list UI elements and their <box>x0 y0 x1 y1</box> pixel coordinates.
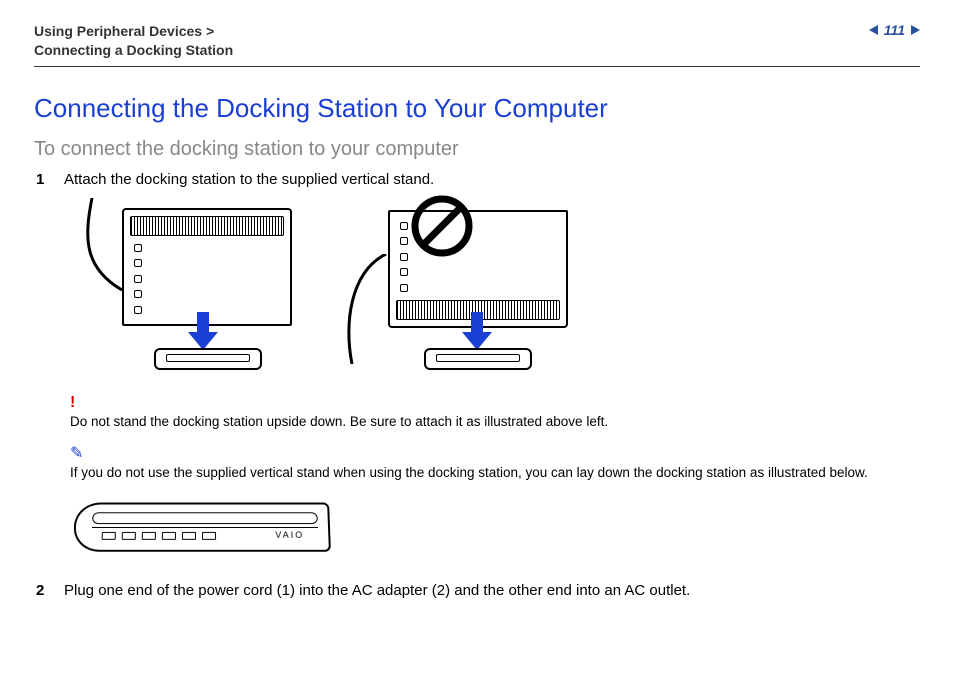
figure-flat-orientation: VAIO <box>70 494 340 566</box>
docking-station-upside-down <box>388 210 568 328</box>
page-nav: 111 <box>869 22 920 38</box>
tip-mark-icon: ✎ <box>70 443 920 463</box>
side-ports <box>400 222 408 292</box>
breadcrumb-line2: Connecting a Docking Station <box>34 42 233 58</box>
docking-station-flat: VAIO <box>73 502 331 551</box>
next-page-arrow-icon[interactable] <box>911 25 920 35</box>
warning-mark-icon: ! <box>70 394 920 412</box>
warning-text: Do not stand the docking station upside … <box>70 414 920 429</box>
vertical-stand <box>154 348 262 370</box>
insert-arrow-icon <box>188 312 218 352</box>
illustration-row <box>70 198 920 376</box>
step-2: 2 Plug one end of the power cord (1) int… <box>36 582 920 599</box>
side-ports <box>134 244 142 314</box>
brand-label: VAIO <box>275 530 304 540</box>
steps-list: 1 Attach the docking station to the supp… <box>36 171 920 188</box>
page-number: 111 <box>884 22 905 38</box>
page-title: Connecting the Docking Station to Your C… <box>34 93 920 124</box>
step-number: 2 <box>36 582 50 599</box>
manual-page: Using Peripheral Devices > Connecting a … <box>0 0 954 629</box>
section-subtitle: To connect the docking station to your c… <box>34 138 920 161</box>
prohibit-icon <box>410 194 474 258</box>
docking-station-upright <box>122 208 292 326</box>
prev-page-arrow-icon[interactable] <box>869 25 878 35</box>
figure-wrong-orientation <box>344 198 596 376</box>
step-text: Plug one end of the power cord (1) into … <box>64 582 690 599</box>
vertical-stand <box>424 348 532 370</box>
step-number: 1 <box>36 171 50 188</box>
insert-arrow-icon <box>462 312 492 352</box>
page-header: Using Peripheral Devices > Connecting a … <box>34 22 920 67</box>
breadcrumb-line1: Using Peripheral Devices > <box>34 23 214 39</box>
figure-correct-orientation <box>70 198 310 376</box>
figure-flat-row: VAIO <box>70 494 920 566</box>
step-1: 1 Attach the docking station to the supp… <box>36 171 920 188</box>
notes-block: ! Do not stand the docking station upsid… <box>70 394 920 480</box>
front-ports <box>102 532 216 540</box>
steps-list-2: 2 Plug one end of the power cord (1) int… <box>36 582 920 599</box>
breadcrumb: Using Peripheral Devices > Connecting a … <box>34 22 233 60</box>
step-text: Attach the docking station to the suppli… <box>64 171 434 188</box>
tip-text: If you do not use the supplied vertical … <box>70 465 920 480</box>
